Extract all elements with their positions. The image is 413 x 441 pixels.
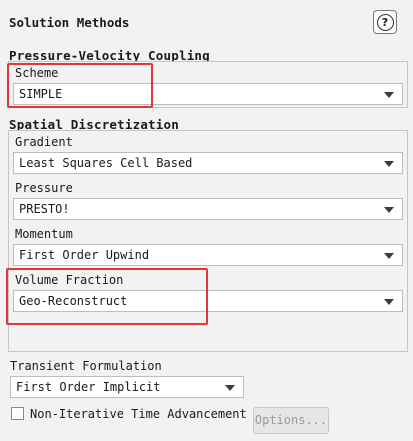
volume-fraction-value: Geo-Reconstruct	[19, 294, 128, 308]
transient-formulation-select[interactable]: First Order Implicit	[10, 376, 244, 398]
chevron-down-icon	[384, 92, 394, 98]
pressure-select[interactable]: PRESTO!	[13, 198, 403, 220]
scheme-select[interactable]: SIMPLE	[13, 83, 403, 105]
chevron-down-icon	[384, 299, 394, 305]
panel-title: Solution Methods	[9, 15, 130, 30]
gradient-label: Gradient	[15, 135, 73, 149]
volume-fraction-select[interactable]: Geo-Reconstruct	[13, 290, 403, 312]
chevron-down-icon	[384, 253, 394, 259]
options-button[interactable]: Options...	[253, 407, 329, 434]
chevron-down-icon	[225, 385, 235, 391]
transient-formulation-label: Transient Formulation	[10, 359, 162, 373]
momentum-label: Momentum	[15, 227, 73, 241]
volume-fraction-label: Volume Fraction	[15, 273, 124, 287]
transient-formulation-value: First Order Implicit	[16, 380, 161, 394]
help-button[interactable]: ?	[373, 10, 397, 34]
scheme-label: Scheme	[15, 66, 59, 80]
gradient-value: Least Squares Cell Based	[19, 156, 193, 170]
scheme-value: SIMPLE	[19, 87, 63, 101]
gradient-select[interactable]: Least Squares Cell Based	[13, 152, 403, 174]
momentum-value: First Order Upwind	[19, 248, 150, 262]
chevron-down-icon	[384, 207, 394, 213]
chevron-down-icon	[384, 161, 394, 167]
non-iterative-checkbox[interactable]	[11, 407, 24, 420]
pressure-value: PRESTO!	[19, 202, 70, 216]
pressure-label: Pressure	[15, 181, 73, 195]
question-mark-icon: ?	[376, 13, 394, 31]
non-iterative-label[interactable]: Non-Iterative Time Advancement	[30, 407, 247, 421]
momentum-select[interactable]: First Order Upwind	[13, 244, 403, 266]
